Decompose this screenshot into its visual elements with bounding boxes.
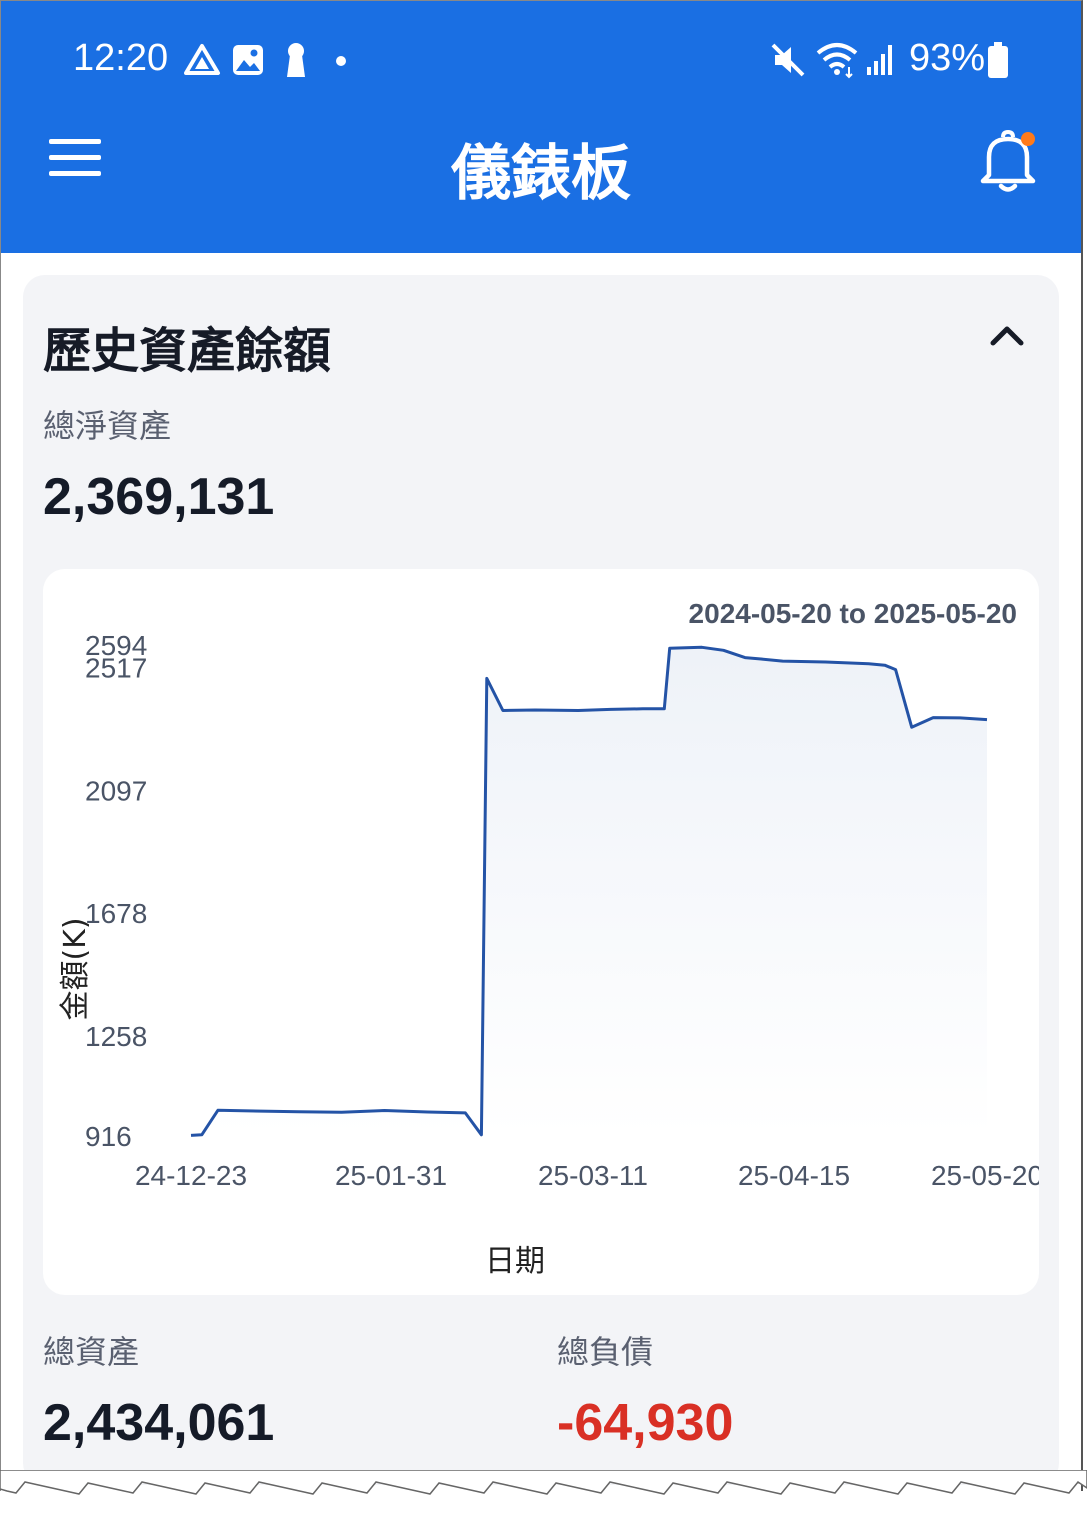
net-worth-value: 2,369,131 xyxy=(43,468,275,526)
total-assets-value: 2,434,061 xyxy=(43,1394,275,1452)
screenshot-frame: 12:20 93% 儀錶板 歷史資產餘額 總淨資產 2,369,131 2024… xyxy=(0,0,1083,1491)
x-tick-label: 25-03-11 xyxy=(538,1160,648,1191)
notification-badge xyxy=(1021,132,1035,146)
x-tick-label: 24-12-23 xyxy=(135,1160,247,1191)
x-tick-label: 25-04-15 xyxy=(738,1160,850,1191)
status-bar: 12:20 93% xyxy=(1,31,1081,91)
signal-icon xyxy=(867,45,892,75)
x-tick-label: 25-05-20 xyxy=(931,1160,1039,1191)
x-tick-label: 25-01-31 xyxy=(335,1160,447,1191)
total-liabilities-value: -64,930 xyxy=(557,1394,734,1452)
net-worth-label: 總淨資產 xyxy=(43,407,172,445)
total-liabilities-label: 總負債 xyxy=(557,1333,654,1371)
y-tick-label: 1678 xyxy=(85,898,147,929)
drive-icon xyxy=(184,44,220,75)
bell-icon[interactable] xyxy=(977,129,1039,195)
gallery-icon xyxy=(233,45,263,75)
total-assets-label: 總資產 xyxy=(43,1333,140,1371)
torn-edge xyxy=(0,1470,1087,1495)
dot-icon xyxy=(336,56,346,66)
card-title: 歷史資產餘額 xyxy=(43,323,332,379)
wifi-icon xyxy=(816,43,858,79)
y-tick-label: 2594 xyxy=(85,630,147,661)
page-title: 儀錶板 xyxy=(451,139,631,209)
chart-date-range: 2024-05-20 to 2025-05-20 xyxy=(689,598,1017,629)
chart-y-axis-label: 金額(K) xyxy=(58,917,93,1020)
y-tick-label: 2097 xyxy=(85,775,147,806)
asset-history-chart: 2024-05-20 to 2025-05-20 916 1258 1678 2097… xyxy=(43,569,1039,1295)
y-tick-label: 1258 xyxy=(85,1021,147,1052)
app-bar: 12:20 93% 儀錶板 xyxy=(1,1,1081,253)
chevron-up-icon[interactable] xyxy=(987,315,1027,355)
battery-percentage: 93% xyxy=(909,37,986,79)
asset-history-card: 歷史資產餘額 總淨資產 2,369,131 2024-05-20 to 2025… xyxy=(23,275,1059,1485)
battery-icon xyxy=(988,42,1008,78)
keyhole-icon xyxy=(287,43,305,77)
mute-icon xyxy=(771,43,805,77)
chart-area-fill xyxy=(191,647,987,1136)
chart-svg: 2024-05-20 to 2025-05-20 916 1258 1678 2097… xyxy=(58,598,1039,1279)
status-time: 12:20 xyxy=(73,37,169,79)
y-tick-label: 916 xyxy=(85,1121,132,1152)
chart-x-axis-label: 日期 xyxy=(485,1244,545,1279)
